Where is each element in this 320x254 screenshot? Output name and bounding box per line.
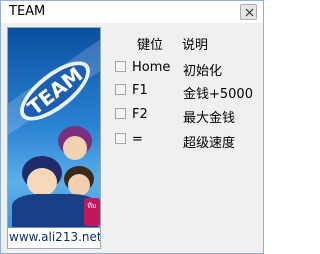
close-button[interactable] [240,4,257,20]
banner-image: TEAM ทีม www.ali213.net [7,27,101,249]
hotkey-row: Home 初始化 [113,60,263,79]
hotkey-row: F2 最大金钱 [113,107,263,126]
window-title: TEAM [9,4,46,19]
description-column-header: 说明 [182,38,209,53]
key-column-header: 键位 [137,38,164,53]
title-bar[interactable]: TEAM [1,1,263,23]
hotkey-checkbox[interactable] [115,84,126,95]
hotkey-checkbox[interactable] [115,133,126,144]
trainer-window: TEAM TEAM ทีม www.ali213.net 键位 说明 Home … [0,0,264,254]
hotkey-checkbox[interactable] [115,61,126,72]
hotkey-key: F1 [132,83,148,98]
character-face [68,174,90,196]
close-icon [245,8,254,17]
hotkey-row: = 超级速度 [113,132,263,151]
hotkey-row: F1 金钱+5000 [113,83,263,102]
character-face [63,136,87,160]
side-badge-text: ทีม [87,202,97,210]
hotkey-description: 金钱+5000 [183,87,253,102]
hotkey-checkbox[interactable] [115,108,126,119]
team-logo: TEAM [20,61,90,121]
hotkey-description: 最大金钱 [183,111,236,126]
hotkey-key: F2 [132,107,148,122]
site-bar[interactable]: www.ali213.net [8,227,100,248]
hotkey-key: Home [132,60,171,75]
hotkey-description: 初始化 [183,64,223,79]
hotkey-description: 超级速度 [183,136,236,151]
client-area: TEAM ทีม www.ali213.net 键位 说明 Home 初始化 F… [1,23,263,253]
site-link[interactable]: www.ali213.net [9,230,100,244]
hotkey-key: = [132,132,143,147]
character-face [27,168,57,196]
